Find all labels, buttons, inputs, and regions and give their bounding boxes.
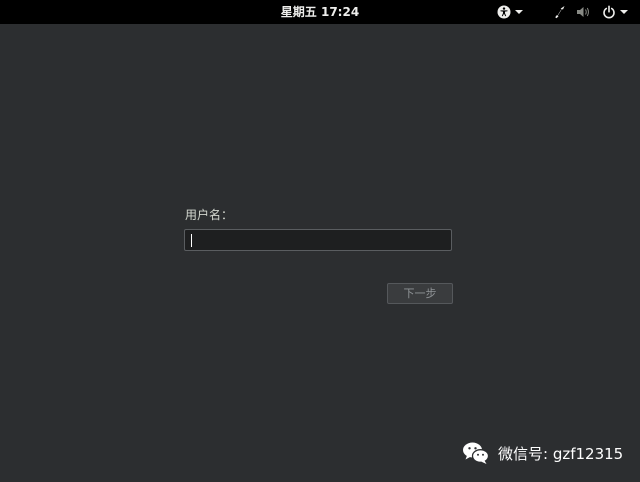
- watermark-text: 微信号: gzf12315: [498, 444, 624, 463]
- power-icon: [603, 5, 615, 19]
- accessibility-menu[interactable]: [497, 3, 523, 21]
- username-input[interactable]: [185, 231, 451, 251]
- accessibility-icon: [497, 5, 511, 19]
- text-cursor: [191, 234, 192, 247]
- username-field[interactable]: [184, 229, 452, 251]
- chevron-down-icon: [620, 10, 628, 14]
- clock-button[interactable]: 星期五 17:24: [0, 0, 640, 24]
- next-button[interactable]: 下一步: [387, 283, 453, 304]
- top-bar: 星期五 17:24: [0, 0, 640, 24]
- username-label: 用户名：: [185, 208, 234, 222]
- chevron-down-icon: [515, 10, 523, 14]
- login-form: 用户名： 下一步: [184, 207, 454, 304]
- watermark: 微信号: gzf12315: [462, 440, 623, 466]
- wechat-icon: [463, 442, 490, 464]
- network-icon: [555, 6, 565, 19]
- system-menu[interactable]: [554, 3, 628, 21]
- volume-icon: [577, 7, 589, 17]
